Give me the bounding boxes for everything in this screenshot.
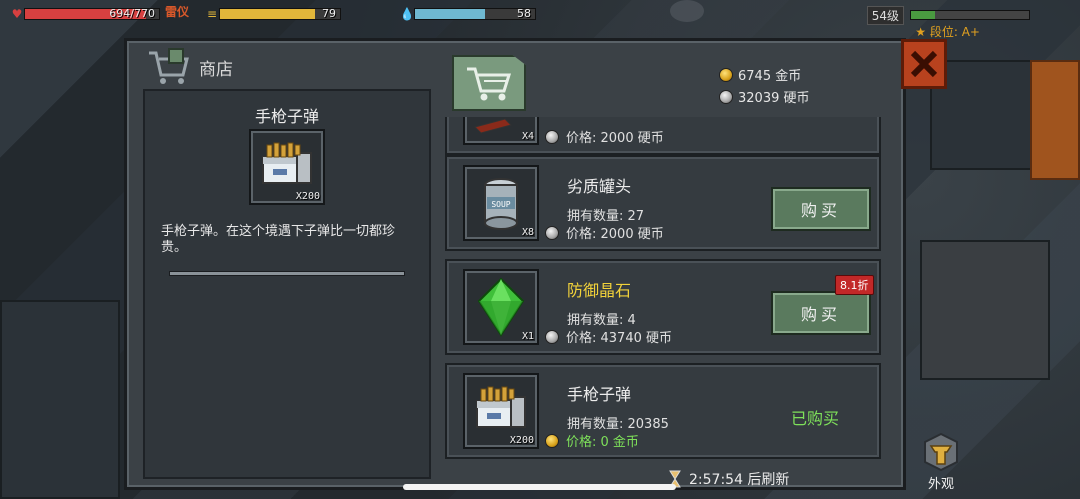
cart-icon <box>467 67 512 101</box>
shop-item-row[interactable]: X1 防御晶石 拥有数量: 4 价格: 43740 硬币 购买 8.1折 <box>445 259 881 355</box>
stamina-value: 79 <box>322 7 336 20</box>
item-qty: X1 <box>521 331 534 342</box>
discount-badge: 8.1折 <box>835 275 874 295</box>
item-price: 价格: 2000 硬币 <box>545 127 664 146</box>
item-qty: X4 <box>521 131 534 142</box>
item-name: 防御晶石 <box>567 281 632 300</box>
item-owned-count: 拥有数量: 20385 <box>567 417 669 432</box>
silver-coin-icon <box>545 129 559 144</box>
water-bar: 58 <box>414 7 536 20</box>
item-detail-panel: 手枪子弹 X200 手枪子弹。在这个境遇下子弹比一切都珍贵。 <box>143 89 431 479</box>
detail-item-qty: X200 <box>295 191 320 202</box>
water-value: 58 <box>517 7 531 20</box>
hp-status: ♥ 694/770 <box>10 6 160 22</box>
silver-coin-icon <box>545 225 559 240</box>
stamina-status: ≡ 79 <box>205 6 341 22</box>
silver-amount: 32039 硬币 <box>738 91 810 106</box>
item-name: 手枪子弹 <box>567 385 632 404</box>
shop-item-list[interactable]: X4 价格: 2000 硬币 SOUP X8 劣质罐头 拥有数量: 27 价格:… <box>445 117 897 485</box>
shop-item-row[interactable]: X200 手枪子弹 拥有数量: 20385 价格: 0 金币 已购买 <box>445 363 881 459</box>
item-icon-frame: SOUP X8 <box>463 165 539 241</box>
item-qty: X8 <box>521 227 534 238</box>
svg-text:SOUP: SOUP <box>491 200 510 209</box>
shop-title: 商店 <box>199 59 233 80</box>
water-drop-icon: 💧 <box>399 7 415 21</box>
silver-coin-icon <box>545 329 559 344</box>
hp-bar: 694/770 <box>24 7 160 20</box>
refresh-text: 2:57:54 后刷新 <box>689 472 790 488</box>
refresh-timer: 2:57:54 后刷新 <box>669 469 789 489</box>
item-price: 价格: 2000 硬币 <box>545 223 664 242</box>
rank-label: ★ 段位: A+ <box>915 25 980 39</box>
item-icon-frame: X4 <box>463 117 539 145</box>
hp-value: 694/770 <box>109 7 155 20</box>
home-indicator[interactable] <box>403 484 676 490</box>
close-button[interactable] <box>901 39 947 89</box>
item-owned-count: 拥有数量: 4 <box>567 313 636 328</box>
chat-bubble-icon[interactable] <box>670 0 704 22</box>
purchased-status: 已购买 <box>791 409 840 428</box>
gold-coin-icon <box>719 67 733 82</box>
buy-button[interactable]: 购买 <box>771 187 871 231</box>
appearance-icon <box>924 432 958 472</box>
water-status: 💧 58 <box>400 6 536 22</box>
item-price-text: 价格: 0 金币 <box>566 435 639 450</box>
item-price: 价格: 0 金币 <box>545 431 639 450</box>
tab-shop-cart[interactable] <box>452 55 526 111</box>
item-name: 劣质罐头 <box>567 177 632 196</box>
item-icon-frame: X200 <box>463 373 539 449</box>
shop-item-row[interactable]: X4 价格: 2000 硬币 <box>445 117 881 155</box>
item-price-text: 价格: 43740 硬币 <box>566 331 672 346</box>
stamina-bar: 79 <box>219 7 341 20</box>
gold-balance: 6745 金币 <box>719 65 801 84</box>
detail-item-description: 手枪子弹。在这个境遇下子弹比一切都珍贵。 <box>161 224 396 255</box>
buy-button[interactable]: 购买 <box>771 291 871 335</box>
silver-balance: 32039 硬币 <box>719 87 810 106</box>
food-icon: ≡ <box>206 7 218 21</box>
item-icon-frame: X1 <box>463 269 539 345</box>
shop-header: 商店 <box>147 47 233 87</box>
heart-icon: ♥ <box>11 7 23 21</box>
shop-window: 商店 6745 金币 32039 硬币 手枪子弹 X200 手枪子弹。在这个境遇… <box>124 38 947 490</box>
item-qty: X200 <box>509 435 534 446</box>
detail-item-name: 手枪子弹 <box>254 107 319 126</box>
shop-item-row[interactable]: SOUP X8 劣质罐头 拥有数量: 27 价格: 2000 硬币 购买 <box>445 155 881 251</box>
gold-amount: 6745 金币 <box>738 69 802 84</box>
shop-cart-icon <box>149 48 189 84</box>
world-building <box>0 300 120 499</box>
close-icon <box>910 50 938 78</box>
appearance-label: 外观 <box>927 477 954 492</box>
exp-bar <box>910 10 1030 20</box>
appearance-button[interactable]: 外观 <box>918 432 964 492</box>
world-machine <box>920 240 1050 380</box>
player-level: 54级 <box>866 6 904 25</box>
detail-item-icon-frame: X200 <box>249 129 325 205</box>
gold-coin-icon <box>545 433 559 448</box>
item-price-text: 价格: 2000 硬币 <box>566 227 664 242</box>
silver-coin-icon <box>719 89 733 104</box>
item-price: 价格: 43740 硬币 <box>545 327 672 346</box>
world-wall <box>1030 60 1080 180</box>
detail-divider <box>169 271 405 276</box>
item-owned-count: 拥有数量: 27 <box>567 209 645 224</box>
item-price-text: 价格: 2000 硬币 <box>566 131 664 146</box>
warning-tag: 雷仪 <box>165 5 190 19</box>
